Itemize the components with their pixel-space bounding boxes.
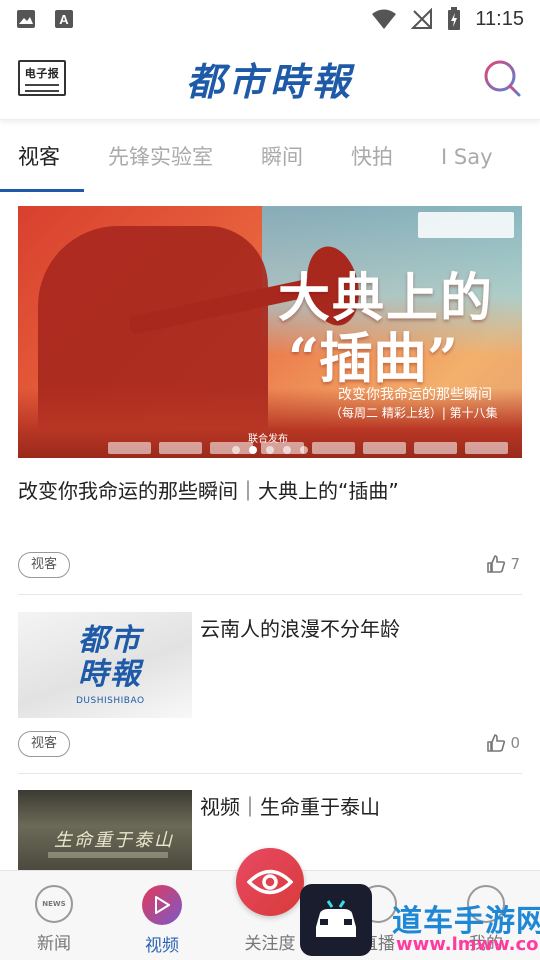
- tab-moment[interactable]: 瞬间: [261, 122, 303, 192]
- thumbnail-brand-en: DUSHISHIBAO: [76, 696, 145, 706]
- hero-schedule: （每周二 精彩上线）| 第十八集: [330, 406, 498, 420]
- app-header: 电子报 都市時報: [0, 38, 540, 120]
- tab-pioneer-lab[interactable]: 先锋实验室: [108, 122, 213, 192]
- no-signal-icon: [411, 8, 433, 29]
- epaper-label: 电子报: [24, 67, 60, 80]
- news-icon: NEWS: [35, 885, 73, 923]
- car-logo-icon: [300, 884, 372, 956]
- thumbnail-film-title: 生命重于泰山: [54, 830, 174, 851]
- tab-shike[interactable]: 视客: [0, 122, 84, 192]
- article-thumbnail[interactable]: 都市時報 DUSHISHIBAO: [18, 612, 192, 718]
- carousel-dot[interactable]: [283, 446, 291, 454]
- hero-subtitle: 改变你我命运的那些瞬间: [338, 387, 492, 403]
- nav-video-label: 视频: [145, 936, 179, 956]
- nav-video[interactable]: 视频: [122, 885, 202, 956]
- thumbnail-subtitle-bar: [48, 852, 168, 858]
- carousel-dot-active[interactable]: [249, 446, 257, 454]
- search-icon[interactable]: [482, 58, 522, 98]
- nav-follow-label: 关注度: [244, 934, 296, 954]
- platform-logos-strip: [108, 442, 508, 454]
- article-title[interactable]: 改变你我命运的那些瞬间｜大典上的“插曲”: [18, 476, 522, 506]
- status-time: 11:15: [475, 7, 524, 30]
- like-count: 7: [510, 555, 520, 573]
- tab-i-say[interactable]: I Say: [441, 122, 493, 192]
- article-title[interactable]: 视频｜生命重于泰山: [200, 792, 380, 822]
- a-notification-icon: A: [55, 10, 73, 28]
- carousel-indicator: [232, 446, 308, 454]
- battery-charging-icon: [448, 7, 461, 30]
- article-title[interactable]: 云南人的浪漫不分年龄: [200, 614, 400, 644]
- eye-icon[interactable]: [236, 848, 304, 916]
- like-button[interactable]: 0: [486, 733, 520, 753]
- article-tag[interactable]: 视客: [18, 731, 71, 757]
- hero-title-line2: “插曲”: [288, 326, 459, 390]
- like-count: 0: [510, 734, 520, 752]
- carousel-dot[interactable]: [300, 446, 308, 454]
- thumbnail-brand-text: 都市時報: [78, 623, 142, 692]
- partner-logos-badge: [418, 212, 514, 238]
- status-bar: A 11:15: [0, 0, 540, 38]
- category-tabs: 视客 先锋实验室 瞬间 快拍 I Say: [0, 122, 540, 192]
- brand-title: 都市時報: [185, 59, 354, 104]
- carousel-dot[interactable]: [266, 446, 274, 454]
- site-watermark: 道车手游网 www.lmww.com: [300, 884, 540, 960]
- article-thumbnail[interactable]: 生命重于泰山: [18, 790, 192, 870]
- nav-news[interactable]: NEWS 新闻: [14, 885, 94, 954]
- like-button[interactable]: 7: [486, 554, 520, 574]
- nav-news-label: 新闻: [37, 934, 71, 954]
- divider: [18, 773, 522, 774]
- hero-banner[interactable]: 大典上的 “插曲” 改变你我命运的那些瞬间 （每周二 精彩上线）| 第十八集 联…: [18, 206, 522, 458]
- watermark-url: www.lmww.com: [396, 934, 540, 955]
- newspaper-icon: [25, 84, 59, 92]
- svg-text:A: A: [59, 12, 69, 27]
- epaper-button[interactable]: 电子报: [18, 60, 66, 96]
- wifi-icon: [372, 9, 397, 29]
- carousel-dot[interactable]: [232, 446, 240, 454]
- article-tag[interactable]: 视客: [18, 552, 71, 578]
- tab-quick-shot[interactable]: 快拍: [351, 122, 393, 192]
- play-icon: [142, 885, 182, 925]
- image-icon: [17, 10, 35, 28]
- thumbs-up-icon: [487, 555, 506, 573]
- divider: [18, 594, 522, 595]
- thumbs-up-icon: [487, 734, 506, 752]
- nav-follow[interactable]: 关注度: [230, 923, 310, 954]
